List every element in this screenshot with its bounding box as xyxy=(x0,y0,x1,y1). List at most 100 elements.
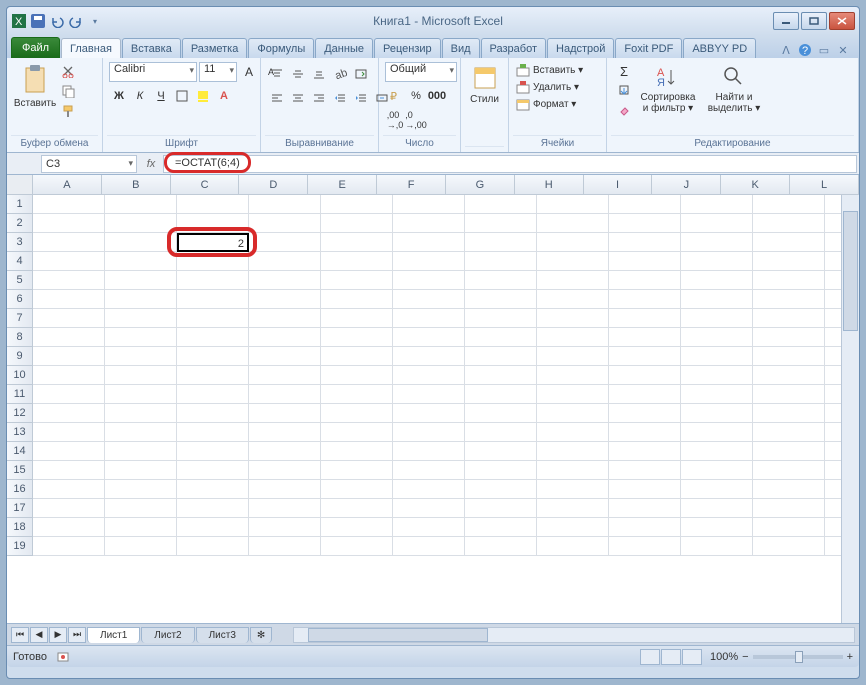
cell[interactable] xyxy=(177,271,249,290)
select-all-corner[interactable] xyxy=(7,175,33,195)
cell[interactable] xyxy=(681,328,753,347)
cell[interactable] xyxy=(537,309,609,328)
formula-input[interactable]: =ОСТАТ(6;4) xyxy=(163,155,857,173)
col-header[interactable]: D xyxy=(239,175,308,194)
cell[interactable] xyxy=(465,328,537,347)
row-header[interactable]: 3 xyxy=(7,233,32,252)
cell[interactable] xyxy=(537,252,609,271)
cell[interactable] xyxy=(177,347,249,366)
cell[interactable] xyxy=(33,423,105,442)
undo-icon[interactable] xyxy=(49,13,65,29)
row-header[interactable]: 9 xyxy=(7,347,32,366)
cell[interactable] xyxy=(753,480,825,499)
cell[interactable] xyxy=(609,461,681,480)
cell[interactable] xyxy=(609,328,681,347)
sheet-nav-first[interactable]: ⏮ xyxy=(11,627,29,643)
new-sheet-button[interactable]: ✻ xyxy=(250,627,272,643)
number-format-select[interactable]: Общий xyxy=(385,62,457,82)
cell[interactable] xyxy=(753,328,825,347)
cell[interactable] xyxy=(465,214,537,233)
cell[interactable] xyxy=(177,442,249,461)
cell[interactable] xyxy=(177,480,249,499)
cell[interactable] xyxy=(465,404,537,423)
cell[interactable] xyxy=(249,404,321,423)
cell[interactable] xyxy=(537,404,609,423)
cell[interactable] xyxy=(321,537,393,556)
font-color-button[interactable]: A xyxy=(214,86,234,106)
window-restore-icon[interactable]: ▭ xyxy=(816,42,832,58)
cell[interactable] xyxy=(105,423,177,442)
percent-icon[interactable]: % xyxy=(406,86,426,106)
cell[interactable] xyxy=(609,233,681,252)
cell[interactable] xyxy=(321,309,393,328)
window-close-icon[interactable]: ✕ xyxy=(835,42,851,58)
cell[interactable] xyxy=(609,423,681,442)
cell[interactable] xyxy=(321,366,393,385)
cell[interactable] xyxy=(33,271,105,290)
cell[interactable] xyxy=(177,461,249,480)
cell[interactable] xyxy=(753,252,825,271)
row-header[interactable]: 8 xyxy=(7,328,32,347)
cell[interactable] xyxy=(177,328,249,347)
cell[interactable] xyxy=(681,290,753,309)
find-select-button[interactable]: Найти и выделить ▾ xyxy=(703,62,765,116)
cell[interactable] xyxy=(177,214,249,233)
cell[interactable] xyxy=(681,499,753,518)
cell[interactable] xyxy=(33,290,105,309)
cell[interactable] xyxy=(681,195,753,214)
zoom-slider[interactable] xyxy=(753,655,843,659)
currency-icon[interactable]: ₽ xyxy=(385,86,405,106)
cell[interactable] xyxy=(105,252,177,271)
cell[interactable] xyxy=(33,366,105,385)
font-name-select[interactable]: Calibri xyxy=(109,62,197,82)
worksheet-grid[interactable]: 12345678910111213141516171819 ABCDEFGHIJ… xyxy=(7,175,859,623)
cell[interactable] xyxy=(249,461,321,480)
cell[interactable] xyxy=(393,499,465,518)
fill-icon[interactable] xyxy=(615,81,633,99)
cell[interactable] xyxy=(753,499,825,518)
cell[interactable] xyxy=(105,499,177,518)
cell[interactable] xyxy=(33,404,105,423)
cell[interactable] xyxy=(393,328,465,347)
cell[interactable] xyxy=(249,366,321,385)
cell[interactable] xyxy=(753,195,825,214)
row-header[interactable]: 10 xyxy=(7,366,32,385)
tab-foxit[interactable]: Foxit PDF xyxy=(615,38,682,58)
sheet-tab-2[interactable]: Лист2 xyxy=(141,627,194,643)
cell[interactable] xyxy=(609,347,681,366)
copy-icon[interactable] xyxy=(59,82,77,100)
cell[interactable] xyxy=(393,385,465,404)
cell[interactable] xyxy=(609,518,681,537)
col-header[interactable]: E xyxy=(308,175,377,194)
cell[interactable] xyxy=(681,423,753,442)
cell[interactable] xyxy=(105,537,177,556)
cell[interactable] xyxy=(249,347,321,366)
cell[interactable] xyxy=(393,442,465,461)
row-header[interactable]: 1 xyxy=(7,195,32,214)
cell[interactable] xyxy=(537,347,609,366)
cell[interactable] xyxy=(33,347,105,366)
tab-view[interactable]: Вид xyxy=(442,38,480,58)
col-header[interactable]: H xyxy=(515,175,584,194)
cell[interactable] xyxy=(249,195,321,214)
cell[interactable] xyxy=(537,290,609,309)
cell[interactable] xyxy=(537,195,609,214)
sheet-tab-1[interactable]: Лист1 xyxy=(87,627,140,643)
cell[interactable] xyxy=(753,461,825,480)
sheet-tab-3[interactable]: Лист3 xyxy=(196,627,249,643)
fill-color-button[interactable] xyxy=(193,86,213,106)
cell[interactable] xyxy=(33,442,105,461)
row-header[interactable]: 5 xyxy=(7,271,32,290)
cell[interactable] xyxy=(537,271,609,290)
cell[interactable] xyxy=(465,499,537,518)
cell[interactable] xyxy=(249,423,321,442)
cell[interactable] xyxy=(681,385,753,404)
cell[interactable] xyxy=(321,328,393,347)
cell[interactable] xyxy=(393,423,465,442)
cell[interactable] xyxy=(321,195,393,214)
cell[interactable] xyxy=(537,442,609,461)
row-header[interactable]: 4 xyxy=(7,252,32,271)
cell[interactable] xyxy=(177,366,249,385)
cell[interactable] xyxy=(753,442,825,461)
cell[interactable] xyxy=(249,499,321,518)
